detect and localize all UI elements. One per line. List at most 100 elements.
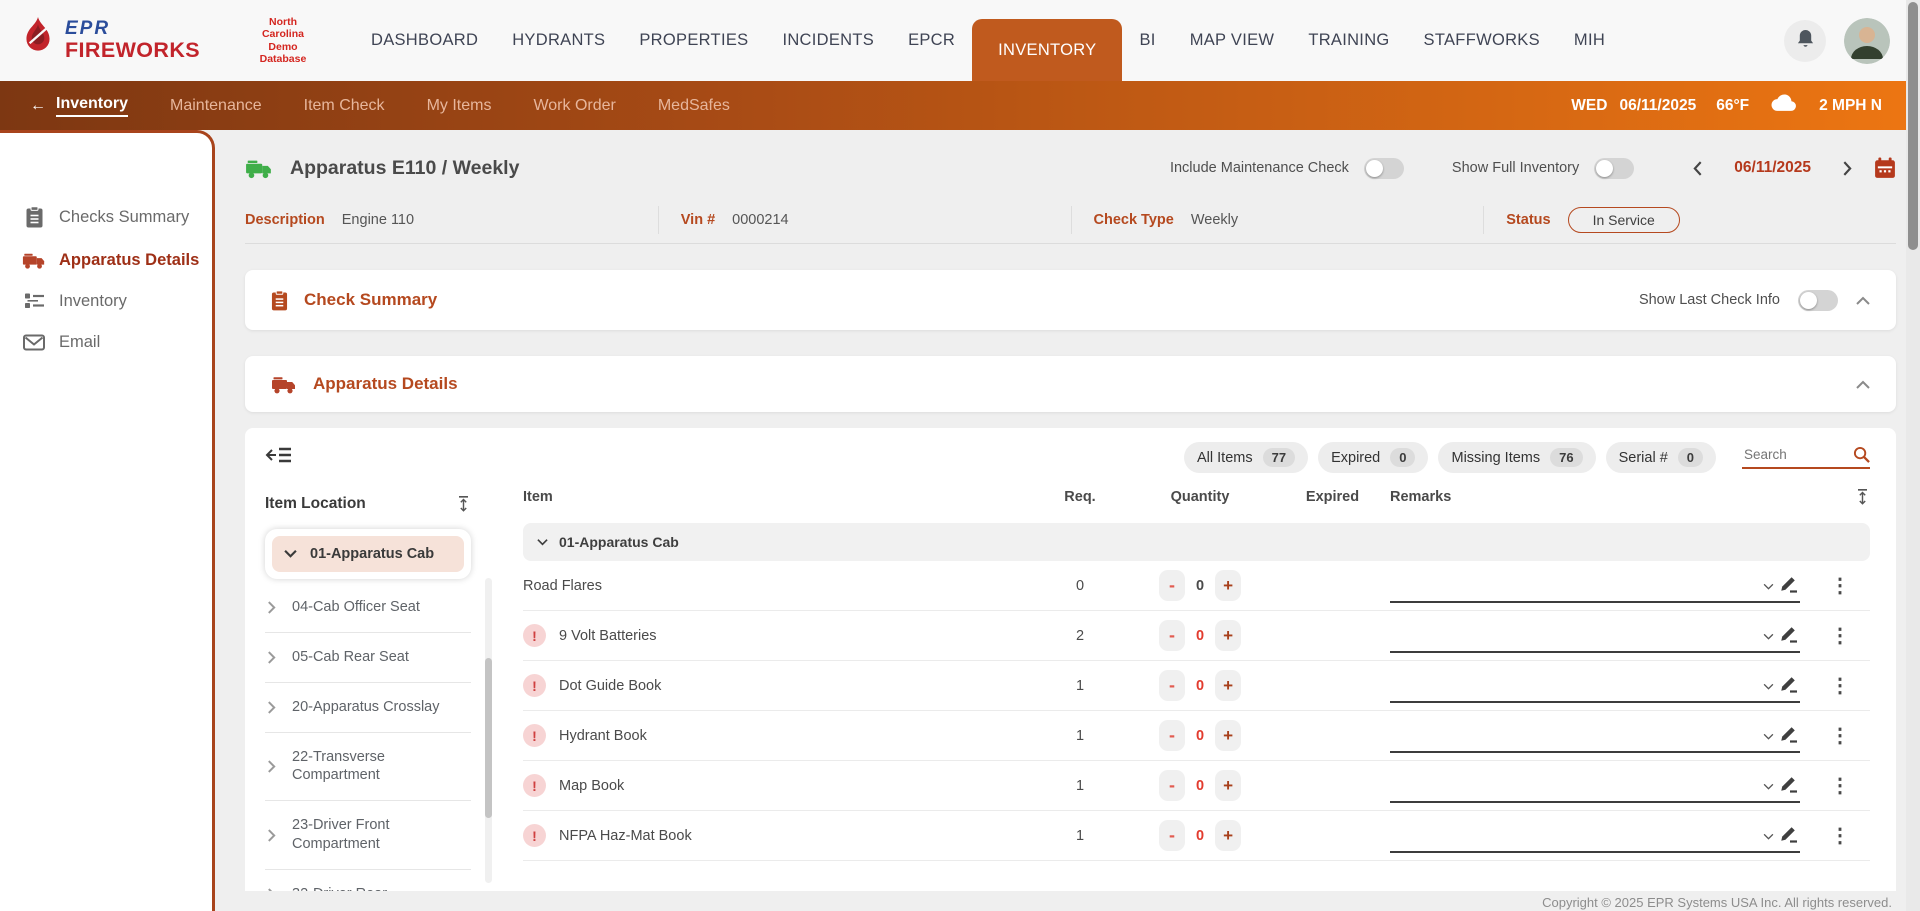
location-item-05-cab-rear-seat[interactable]: 05-Cab Rear Seat xyxy=(265,633,471,683)
page-scrollbar-thumb[interactable] xyxy=(1908,2,1918,250)
remark-field[interactable] xyxy=(1390,625,1763,649)
location-item-32-driver-rear[interactable]: 32-Driver Rear xyxy=(265,870,471,891)
sub-nav-back-inventory[interactable]: ← Inventory xyxy=(30,95,128,117)
top-nav-incidents[interactable]: INCIDENTS xyxy=(765,0,891,81)
row-menu-button[interactable]: ⋮ xyxy=(1810,623,1870,648)
check-date[interactable]: 06/11/2025 xyxy=(1734,159,1811,177)
decrease-quantity-button[interactable]: - xyxy=(1159,620,1185,651)
locations-scrollbar-thumb[interactable] xyxy=(485,658,492,818)
include-maintenance-toggle[interactable] xyxy=(1364,158,1404,179)
prev-date-button[interactable] xyxy=(1686,160,1709,177)
group-row-apparatus-cab[interactable]: 01-Apparatus Cab xyxy=(523,523,1870,561)
decrease-quantity-button[interactable]: - xyxy=(1159,770,1185,801)
current-date: WED06/11/2025 xyxy=(1571,97,1696,115)
top-nav-dashboard[interactable]: DASHBOARD xyxy=(354,0,495,81)
top-nav-map-view[interactable]: MAP VIEW xyxy=(1173,0,1292,81)
calendar-icon[interactable] xyxy=(1874,157,1896,179)
show-full-inventory-toggle[interactable] xyxy=(1594,158,1634,179)
location-item-04-cab-officer-seat[interactable]: 04-Cab Officer Seat xyxy=(265,583,471,633)
sidebar-item-inventory[interactable]: Inventory xyxy=(0,281,212,322)
increase-quantity-button[interactable]: + xyxy=(1215,770,1241,801)
top-nav-mih[interactable]: MIH xyxy=(1557,0,1622,81)
row-menu-button[interactable]: ⋮ xyxy=(1810,723,1870,748)
quantity-cell: -0+ xyxy=(1125,670,1275,701)
edit-pencil-icon[interactable] xyxy=(1779,823,1800,849)
decrease-quantity-button[interactable]: - xyxy=(1159,820,1185,851)
top-nav-hydrants[interactable]: HYDRANTS xyxy=(495,0,622,81)
filter-serial[interactable]: Serial #0 xyxy=(1606,442,1716,473)
top-nav-properties[interactable]: PROPERTIES xyxy=(622,0,765,81)
user-avatar[interactable] xyxy=(1844,18,1890,64)
locations-scrollbar xyxy=(485,578,492,883)
edit-pencil-icon[interactable] xyxy=(1779,673,1800,699)
increase-quantity-button[interactable]: + xyxy=(1215,820,1241,851)
filter-missing-items[interactable]: Missing Items76 xyxy=(1438,442,1595,473)
search-input[interactable] xyxy=(1742,446,1846,463)
chevron-down-icon[interactable] xyxy=(1763,727,1774,745)
increase-quantity-button[interactable]: + xyxy=(1215,670,1241,701)
row-menu-button[interactable]: ⋮ xyxy=(1810,673,1870,698)
item-location-title: Item Location xyxy=(265,495,366,513)
chevron-down-icon[interactable] xyxy=(1763,577,1774,595)
row-menu-button[interactable]: ⋮ xyxy=(1810,773,1870,798)
increase-quantity-button[interactable]: + xyxy=(1215,570,1241,601)
sidebar-item-apparatus-details[interactable]: Apparatus Details xyxy=(0,239,212,281)
quantity-value: 0 xyxy=(1196,578,1204,594)
show-last-check-label: Show Last Check Info xyxy=(1639,292,1780,308)
sub-nav-work-order[interactable]: Work Order xyxy=(533,97,615,115)
sub-nav-item-check[interactable]: Item Check xyxy=(304,97,385,115)
location-item-22-transverse-compartment[interactable]: 22-Transverse Compartment xyxy=(265,733,471,802)
edit-pencil-icon[interactable] xyxy=(1779,573,1800,599)
chevron-right-icon xyxy=(267,701,277,714)
top-nav-training[interactable]: TRAINING xyxy=(1291,0,1406,81)
collapse-check-summary-icon[interactable] xyxy=(1856,296,1870,305)
chevron-right-icon xyxy=(267,651,277,664)
remark-field[interactable] xyxy=(1390,725,1763,749)
sidebar-item-email[interactable]: Email xyxy=(0,322,212,363)
filter-all-items[interactable]: All Items77 xyxy=(1184,442,1308,473)
collapse-locations-icon[interactable] xyxy=(265,446,293,464)
remark-field[interactable] xyxy=(1390,825,1763,849)
expand-locations-icon[interactable] xyxy=(456,495,471,513)
location-item-20-apparatus-crosslay[interactable]: 20-Apparatus Crosslay xyxy=(265,683,471,733)
location-item-23-driver-front-compartment[interactable]: 23-Driver Front Compartment xyxy=(265,801,471,870)
chevron-down-icon[interactable] xyxy=(1763,777,1774,795)
filter-expired[interactable]: Expired0 xyxy=(1318,442,1428,473)
decrease-quantity-button[interactable]: - xyxy=(1159,720,1185,751)
missing-alert-icon: ! xyxy=(523,824,546,847)
collapse-apparatus-details-icon[interactable] xyxy=(1856,380,1870,389)
chevron-down-icon[interactable] xyxy=(1763,827,1774,845)
sidebar-item-checks-summary[interactable]: Checks Summary xyxy=(0,195,212,239)
chevron-down-icon[interactable] xyxy=(1763,677,1774,695)
table-header: Item Req. Quantity Expired Remarks xyxy=(523,473,1870,521)
sub-nav-medsafes[interactable]: MedSafes xyxy=(658,97,730,115)
decrease-quantity-button[interactable]: - xyxy=(1159,670,1185,701)
chevron-down-icon[interactable] xyxy=(1763,627,1774,645)
sub-nav-maintenance[interactable]: Maintenance xyxy=(170,97,262,115)
status-badge[interactable]: In Service xyxy=(1568,207,1680,233)
expand-table-icon[interactable] xyxy=(1810,488,1870,506)
increase-quantity-button[interactable]: + xyxy=(1215,620,1241,651)
top-nav-epcr[interactable]: EPCR xyxy=(891,0,972,81)
next-date-button[interactable] xyxy=(1836,160,1859,177)
top-nav-bi[interactable]: BI xyxy=(1122,0,1172,81)
location-item-01-apparatus-cab-selected[interactable]: 01-Apparatus Cab xyxy=(265,529,471,579)
remark-field[interactable] xyxy=(1390,775,1763,799)
edit-pencil-icon[interactable] xyxy=(1779,623,1800,649)
req-value: 2 xyxy=(1035,628,1125,644)
remark-field[interactable] xyxy=(1390,575,1763,599)
search-icon[interactable] xyxy=(1853,446,1870,463)
row-menu-button[interactable]: ⋮ xyxy=(1810,573,1870,598)
row-menu-button[interactable]: ⋮ xyxy=(1810,823,1870,848)
show-last-check-toggle[interactable] xyxy=(1798,290,1838,311)
decrease-quantity-button[interactable]: - xyxy=(1159,570,1185,601)
sub-nav-my-items[interactable]: My Items xyxy=(427,97,492,115)
top-nav-inventory[interactable]: INVENTORY xyxy=(972,19,1122,81)
edit-pencil-icon[interactable] xyxy=(1779,723,1800,749)
top-nav-staffworks[interactable]: STAFFWORKS xyxy=(1407,0,1557,81)
increase-quantity-button[interactable]: + xyxy=(1215,720,1241,751)
notifications-bell-button[interactable] xyxy=(1784,20,1826,62)
remark-field[interactable] xyxy=(1390,675,1763,699)
edit-pencil-icon[interactable] xyxy=(1779,773,1800,799)
brand-fireworks: FIREWORKS xyxy=(65,40,200,62)
